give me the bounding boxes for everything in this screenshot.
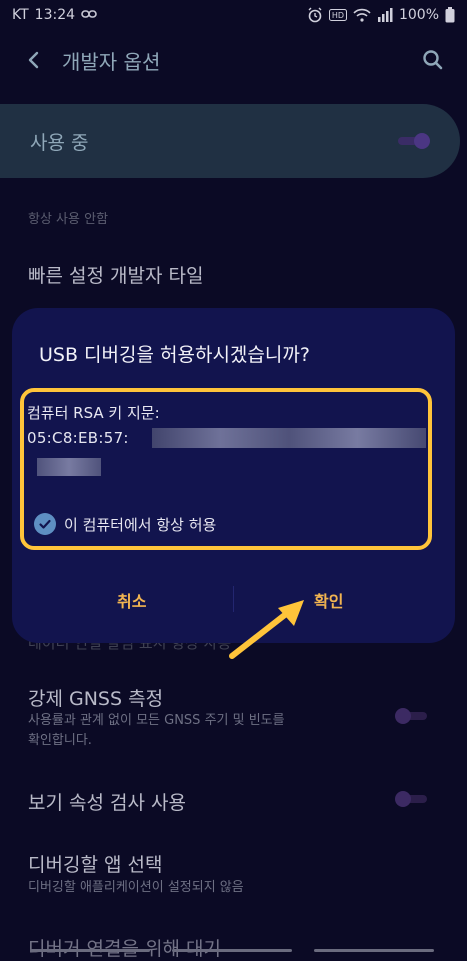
wait-debugger-setting-title[interactable]: 디버거 연결을 위해 대기 xyxy=(28,934,221,961)
view-attr-setting-title[interactable]: 보기 속성 검사 사용 xyxy=(28,788,186,815)
svg-text:HD: HD xyxy=(332,11,344,20)
debug-app-setting-title[interactable]: 디버깅할 앱 선택 xyxy=(28,850,162,877)
master-toggle[interactable] xyxy=(396,133,430,149)
alarm-icon xyxy=(307,7,323,23)
gnss-toggle[interactable] xyxy=(395,708,429,724)
section-label: 항상 사용 안함 xyxy=(28,212,109,227)
cancel-button[interactable]: 취소 xyxy=(117,588,146,612)
clock: 13:24 xyxy=(34,7,76,23)
usb-debugging-dialog: USB 디버깅을 허용하시겠습니까? 컴퓨터 RSA 키 지문: 05:C8:E… xyxy=(12,308,455,643)
back-icon[interactable] xyxy=(22,48,46,72)
check-icon[interactable] xyxy=(34,513,56,535)
quick-tiles-setting[interactable]: 빠른 설정 개발자 타일 xyxy=(28,261,203,288)
gnss-setting-desc-line1: 사용률과 관계 없이 모든 GNSS 주기 및 빈도를 xyxy=(28,713,285,728)
app-header: 개발자 옵션 xyxy=(0,38,467,82)
master-switch-label: 사용 중 xyxy=(30,131,89,154)
battery-level: 100% xyxy=(398,7,439,23)
dialog-title: USB 디버깅을 허용하시겠습니까? xyxy=(39,344,310,366)
status-right: HD 100% xyxy=(307,7,455,23)
link-icon xyxy=(81,7,97,23)
search-icon[interactable] xyxy=(421,48,445,72)
always-allow-label: 이 컴퓨터에서 항상 허용 xyxy=(64,515,217,534)
always-allow-row[interactable]: 이 컴퓨터에서 항상 허용 xyxy=(34,513,216,535)
page-title: 개발자 옵션 xyxy=(62,49,161,74)
fingerprint-label: 컴퓨터 RSA 키 지문: xyxy=(27,404,160,422)
hd-icon: HD xyxy=(328,9,347,21)
carrier-label: KT xyxy=(12,7,29,23)
status-left: KT 13:24 xyxy=(12,7,97,23)
gnss-setting-title[interactable]: 강제 GNSS 측정 xyxy=(28,684,163,711)
gnss-setting-desc-line2: 확인합니다. xyxy=(28,733,92,748)
nav-bar-left xyxy=(30,949,150,952)
battery-icon xyxy=(445,7,455,23)
fingerprint-redaction-line2 xyxy=(37,458,101,476)
view-attr-toggle[interactable] xyxy=(395,791,429,807)
debug-app-setting-desc: 디버깅할 애플리케이션이 설정되지 않음 xyxy=(28,880,244,895)
arrow-annotation xyxy=(229,600,304,659)
wifi-icon xyxy=(353,8,371,22)
nav-bar-right xyxy=(314,949,434,952)
signal-icon xyxy=(377,8,393,22)
developer-options-master-switch[interactable]: 사용 중 xyxy=(0,104,460,178)
status-bar: KT 13:24 HD 100% xyxy=(0,0,467,30)
fingerprint-redaction xyxy=(152,428,426,448)
confirm-button[interactable]: 확인 xyxy=(314,588,343,612)
fingerprint-value: 05:C8:EB:57: xyxy=(27,429,129,447)
nav-bar-center xyxy=(172,949,292,952)
